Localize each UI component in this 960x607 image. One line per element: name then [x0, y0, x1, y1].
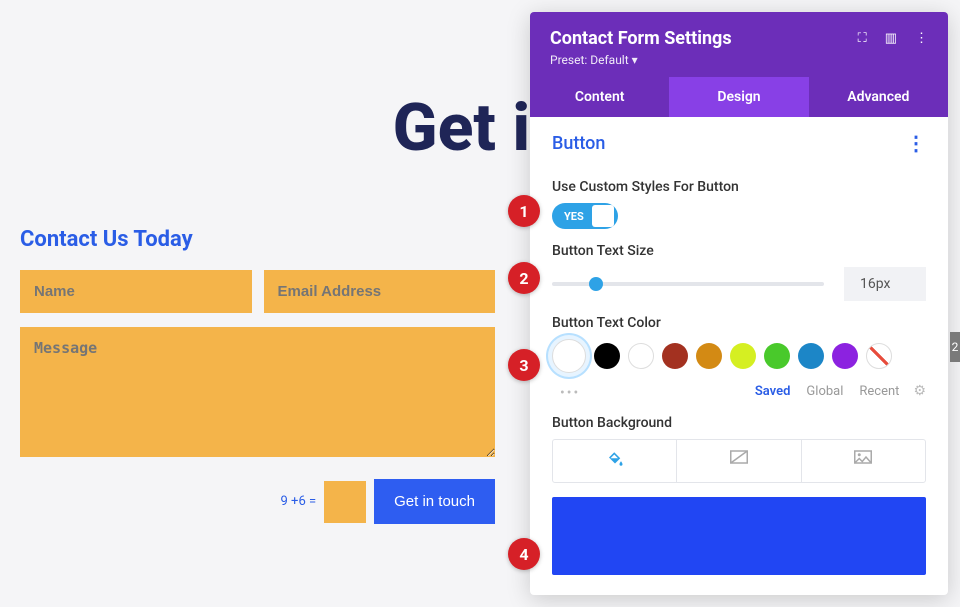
paint-bucket-icon	[606, 450, 624, 468]
swatch-blue[interactable]	[798, 343, 824, 369]
annotation-4: 4	[508, 538, 540, 570]
panel-menu-icon[interactable]: ⋮	[915, 31, 928, 46]
swatch-lime[interactable]	[730, 343, 756, 369]
swatch-green[interactable]	[764, 343, 790, 369]
name-field[interactable]	[20, 270, 252, 313]
swatch-white[interactable]	[628, 343, 654, 369]
captcha-prompt: 9 +6 =	[281, 494, 317, 509]
background-color-preview[interactable]	[552, 497, 926, 575]
swatch-none[interactable]	[866, 343, 892, 369]
bg-tab-color[interactable]	[553, 440, 677, 482]
swatch-amber[interactable]	[696, 343, 722, 369]
setting-text-color: Button Text Color ••• Saved Global Recen…	[552, 315, 926, 401]
message-field[interactable]	[20, 327, 495, 457]
panel-tabs: Content Design Advanced	[530, 77, 948, 117]
panel-body: Button ⋮ Use Custom Styles For Button YE…	[530, 117, 948, 595]
annotation-2: 2	[508, 262, 540, 294]
toggle-knob	[592, 205, 614, 227]
annotation-1: 1	[508, 195, 540, 227]
text-size-value[interactable]: 16px	[844, 267, 926, 301]
submit-button[interactable]: Get in touch	[374, 479, 495, 524]
preset-dropdown[interactable]: Preset: Default ▾	[550, 53, 928, 67]
expand-icon[interactable]: ⛶	[858, 31, 867, 46]
swatch-tab-saved[interactable]: Saved	[755, 384, 791, 399]
swatch-dark-red[interactable]	[662, 343, 688, 369]
setting-custom-styles: Use Custom Styles For Button YES	[552, 179, 926, 229]
section-button[interactable]: Button ⋮	[552, 117, 926, 165]
text-size-slider[interactable]	[552, 282, 824, 286]
tab-design[interactable]: Design	[669, 77, 808, 117]
captcha-input[interactable]	[324, 481, 366, 523]
text-size-label: Button Text Size	[552, 243, 926, 259]
slider-thumb[interactable]	[589, 277, 603, 291]
swatch-tabs: Saved Global Recent	[755, 384, 900, 399]
background-label: Button Background	[552, 415, 926, 431]
gradient-icon	[730, 450, 748, 464]
panel-title: Contact Form Settings	[550, 28, 732, 49]
tab-content[interactable]: Content	[530, 77, 669, 117]
form-footer: 9 +6 = Get in touch	[20, 479, 495, 524]
swatch-tab-recent[interactable]: Recent	[859, 384, 899, 399]
text-color-label: Button Text Color	[552, 315, 926, 331]
layout-icon[interactable]: ▥	[885, 31, 897, 46]
setting-text-size: Button Text Size 16px	[552, 243, 926, 301]
annotation-3: 3	[508, 349, 540, 381]
swatch-purple[interactable]	[832, 343, 858, 369]
panel-header-icons: ⛶ ▥ ⋮	[858, 31, 928, 46]
toggle-yes-text: YES	[554, 210, 592, 223]
background-tabs	[552, 439, 926, 483]
swatch-tab-global[interactable]: Global	[806, 384, 843, 399]
section-menu-icon[interactable]: ⋮	[906, 131, 926, 155]
panel-header[interactable]: Contact Form Settings ⛶ ▥ ⋮ Preset: Defa…	[530, 12, 948, 77]
gear-icon[interactable]: ⚙	[913, 383, 926, 399]
page-edge-marker: 2	[950, 332, 960, 362]
setting-background: Button Background	[552, 415, 926, 575]
tab-advanced[interactable]: Advanced	[809, 77, 948, 117]
bg-tab-gradient[interactable]	[677, 440, 801, 482]
settings-panel: Contact Form Settings ⛶ ▥ ⋮ Preset: Defa…	[530, 12, 948, 595]
swatch-more-icon[interactable]: •••	[560, 385, 580, 401]
form-row-top	[20, 270, 495, 313]
email-field[interactable]	[264, 270, 496, 313]
custom-styles-toggle[interactable]: YES	[552, 203, 618, 229]
swatch-row	[552, 339, 926, 373]
swatch-black[interactable]	[594, 343, 620, 369]
image-icon	[854, 450, 872, 464]
custom-styles-label: Use Custom Styles For Button	[552, 179, 926, 195]
swatch-current[interactable]	[552, 339, 586, 373]
bg-tab-image[interactable]	[802, 440, 925, 482]
section-title: Button	[552, 133, 605, 154]
